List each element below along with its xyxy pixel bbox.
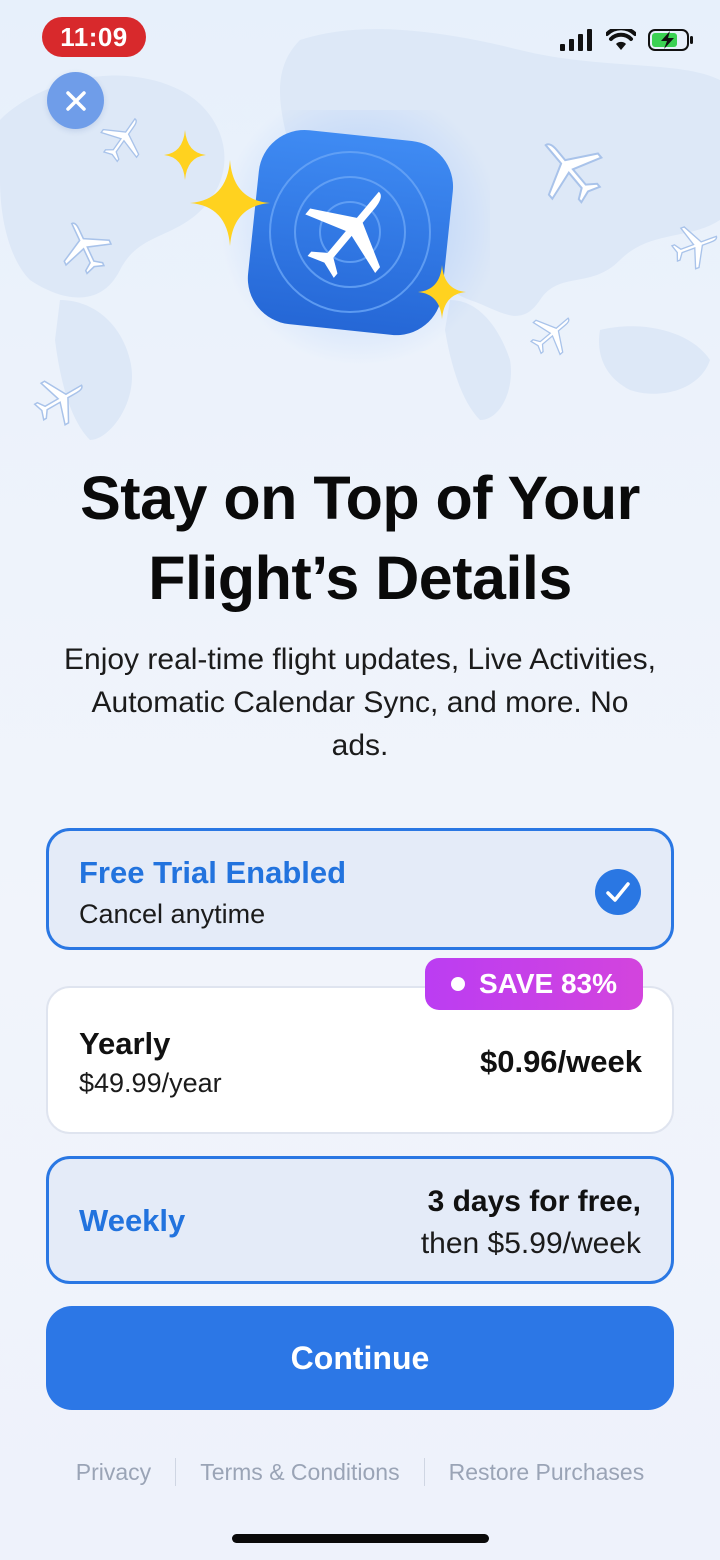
airplane-icon xyxy=(529,317,570,356)
footer-links: Privacy Terms & Conditions Restore Purch… xyxy=(0,1452,720,1492)
save-badge: SAVE 83% xyxy=(425,958,643,1010)
airplane-icon xyxy=(544,143,604,204)
status-icons xyxy=(560,28,694,52)
home-indicator xyxy=(232,1534,489,1543)
trial-subtitle: Cancel anytime xyxy=(79,899,266,929)
checkmark-icon xyxy=(595,869,641,915)
wifi-icon xyxy=(606,29,636,50)
cellular-signal-icon xyxy=(560,29,592,51)
yearly-title: Yearly xyxy=(79,1026,171,1061)
yearly-price: $49.99/year xyxy=(79,1068,222,1098)
airplane-icon xyxy=(33,380,83,426)
restore-purchases-link[interactable]: Restore Purchases xyxy=(425,1459,669,1486)
weekly-price: 3 days for free, then $5.99/week xyxy=(421,1181,641,1265)
airplane-icon xyxy=(63,222,113,275)
battery-charging-icon xyxy=(648,29,693,51)
status-time: 11:09 xyxy=(42,17,146,57)
weekly-then-price: then $5.99/week xyxy=(420,1227,641,1260)
airplane-icon xyxy=(100,117,140,163)
weekly-plan-option[interactable]: Weekly 3 days for free, then $5.99/week xyxy=(46,1156,674,1284)
airplane-icon xyxy=(670,226,718,270)
close-icon xyxy=(65,90,86,111)
badge-dot-icon xyxy=(451,977,465,991)
yearly-per-week: $0.96/week xyxy=(479,1044,642,1079)
continue-button[interactable]: Continue xyxy=(46,1306,674,1410)
save-badge-label: SAVE 83% xyxy=(479,968,617,999)
terms-link[interactable]: Terms & Conditions xyxy=(176,1459,423,1486)
trial-title: Free Trial Enabled xyxy=(79,855,347,890)
privacy-link[interactable]: Privacy xyxy=(52,1459,175,1486)
hero-app-icon xyxy=(164,110,490,365)
status-bar: 11:09 xyxy=(0,0,720,80)
weekly-trial-text: 3 days for free, xyxy=(427,1185,641,1218)
page-title: Stay on Top of Your Flight’s Details xyxy=(80,464,640,612)
weekly-title: Weekly xyxy=(79,1203,186,1238)
page-subtitle: Enjoy real-time flight updates, Live Act… xyxy=(64,643,656,762)
free-trial-toggle[interactable]: Free Trial Enabled Cancel anytime xyxy=(46,828,674,950)
